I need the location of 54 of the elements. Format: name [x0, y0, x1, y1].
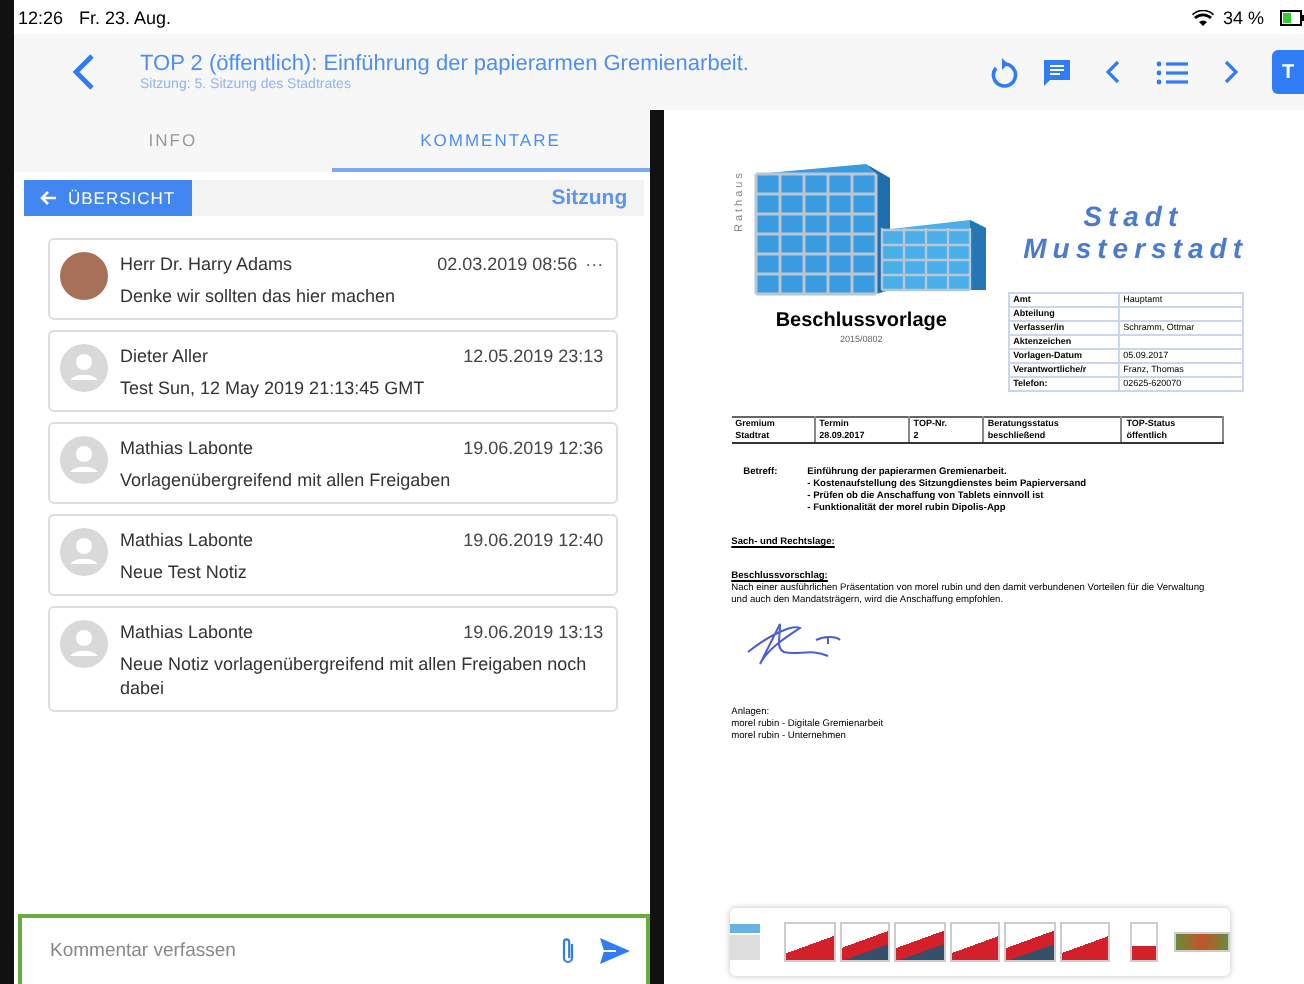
comment-text: Neue Notiz vorlagenübergreifend mit allen Freigaben noch dabei: [120, 652, 589, 700]
comment-text: Denke wir sollten das hier machen: [120, 284, 398, 308]
chevron-left-icon[interactable]: [1106, 60, 1122, 84]
avatar-photo: [60, 252, 108, 300]
comment-text: Vorlagenübergreifend mit allen Freigaben: [120, 468, 453, 492]
comment-date: 19.06.2019 13:13: [463, 621, 604, 641]
send-icon[interactable]: [599, 938, 630, 964]
user-avatar-icon: [60, 620, 108, 668]
arrow-left-icon: [40, 190, 58, 206]
comment-date: 19.06.2019 12:36: [463, 437, 604, 457]
list-icon[interactable]: [1156, 59, 1188, 85]
overview-button[interactable]: ÜBERSICHT: [24, 180, 192, 216]
comment-author: Mathias Labonte: [120, 529, 254, 549]
user-avatar-icon: [60, 528, 108, 576]
back-icon[interactable]: [72, 52, 96, 92]
comment-field[interactable]: Kommentar verfassen: [46, 938, 536, 964]
page-thumbnail[interactable]: [1004, 922, 1056, 962]
comment-icon[interactable]: [1042, 57, 1072, 87]
wifi-icon: [1192, 9, 1215, 25]
page-thumbnail[interactable]: [729, 924, 761, 960]
comment-author: Mathias Labonte: [120, 437, 254, 457]
comment-text: Neue Test Notiz: [120, 560, 249, 584]
comment-author: Herr Dr. Harry Adams: [120, 253, 293, 273]
battery-percentage: 34 %: [1222, 7, 1264, 27]
page-title: TOP 2 (öffentlich): Einführung der papierarmen Gremienarbeit.: [140, 52, 751, 76]
paperclip-icon[interactable]: [559, 936, 576, 966]
page-thumbnail[interactable]: [1059, 922, 1111, 962]
comment-date: 12.05.2019 23:13: [463, 345, 604, 365]
document-type: Beschlussvorlage: [775, 310, 947, 332]
page-thumbnail[interactable]: [839, 922, 891, 962]
refresh-icon[interactable]: [990, 56, 1018, 88]
user-avatar-icon: [60, 344, 108, 392]
user-avatar-icon: [60, 436, 108, 484]
page-thumbnail[interactable]: [784, 922, 836, 962]
comment-date: 19.06.2019 12:40: [463, 529, 604, 549]
folder-button[interactable]: T: [1272, 50, 1304, 94]
comment-composer[interactable]: Kommentar verfassen: [18, 914, 650, 984]
battery-icon: [1280, 9, 1304, 25]
comment-date: 02.03.2019 08:56: [437, 253, 578, 273]
page-thumbnail[interactable]: [1130, 922, 1159, 962]
city-name: Stadt: [1081, 200, 1186, 232]
status-date: Fr. 23. Aug.: [79, 7, 172, 27]
comment-author: Mathias Labonte: [120, 621, 254, 641]
comment-text: Test Sun, 12 May 2019 21:13:45 GMT: [120, 376, 427, 400]
session-link[interactable]: Sitzung: [551, 186, 644, 210]
page-thumbnail[interactable]: [949, 922, 1001, 962]
page-thumbnail[interactable]: [894, 922, 946, 962]
more-button[interactable]: ···: [577, 253, 604, 273]
chevron-right-icon[interactable]: [1222, 60, 1238, 84]
city-name: Musterstadt: [1023, 232, 1248, 264]
status-time: 12:26: [18, 7, 64, 27]
comment-author: Dieter Aller: [120, 345, 209, 365]
page-thumbnail[interactable]: [1174, 932, 1230, 952]
tab[interactable]: INFO: [14, 110, 332, 172]
